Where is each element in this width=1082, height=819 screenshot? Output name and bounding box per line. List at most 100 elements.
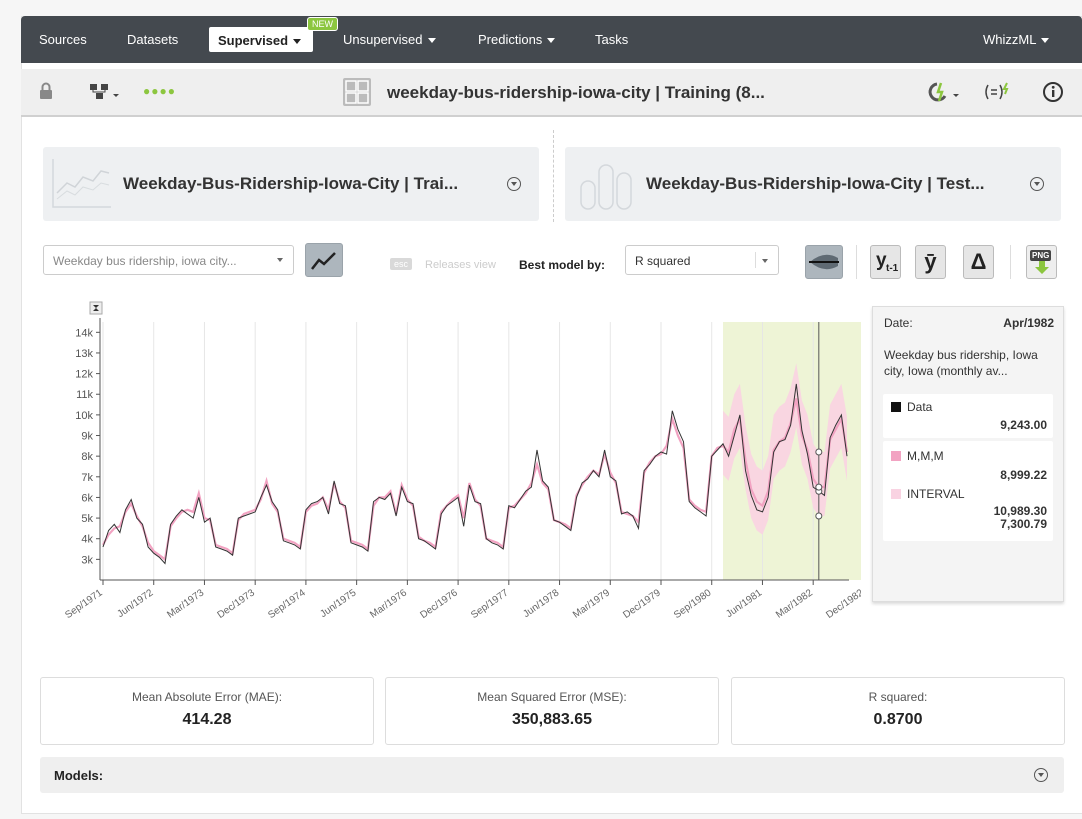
line-chart-icon xyxy=(52,159,111,208)
releases-view-link[interactable]: Releases view xyxy=(425,259,496,271)
separator xyxy=(856,245,857,279)
tooltip-data-box: Data 9,243.00 xyxy=(883,394,1053,438)
esc-key-badge: esc xyxy=(390,258,413,270)
x-tick-label: Jun/1981 xyxy=(724,587,764,620)
chevron-down-icon xyxy=(277,258,283,262)
line-view-button[interactable] xyxy=(305,243,343,277)
expand-icon[interactable] xyxy=(1030,177,1044,191)
expand-icon[interactable] xyxy=(507,177,521,191)
export-png-button[interactable]: PNG xyxy=(1026,245,1057,279)
objective-field-select[interactable]: Weekday bus ridership, iowa city... xyxy=(43,245,294,275)
x-tick-label: Sep/1977 xyxy=(469,587,511,621)
tooltip-interval-high: 10,989.30 xyxy=(993,504,1047,518)
interval-band-icon xyxy=(809,254,839,270)
metric-r-squared: R squared: 0.8700 xyxy=(731,677,1065,745)
formula-icon[interactable] xyxy=(983,81,1013,103)
tooltip-model-box: M,M,M 8,999.22 INTERVAL 10,989.30 7,300.… xyxy=(883,441,1053,541)
tooltip-model-value: 8,999.22 xyxy=(1000,468,1047,482)
tooltip-date-value: Apr/1982 xyxy=(1003,316,1054,330)
best-model-label: Best model by: xyxy=(519,258,606,272)
y-tick-label: 12k xyxy=(75,369,93,381)
y-tick-label: 3k xyxy=(81,554,93,566)
x-tick-label: Jun/1978 xyxy=(521,587,561,620)
forecast-chart[interactable]: 3k 4k 5k 6k 7k 8k 9k 10k 11k 12k 13k 14k Sep/1971 Jun… xyxy=(41,300,861,650)
chart-tooltip: Date: Apr/1982 Weekday bus ridership, Io… xyxy=(872,306,1064,602)
metric-mse: Mean Squared Error (MSE): 350,883.65 xyxy=(385,677,719,745)
lock-icon[interactable] xyxy=(39,82,53,100)
interval-swatch xyxy=(891,489,901,499)
separator xyxy=(1010,245,1011,279)
chevron-down-icon xyxy=(1041,38,1050,44)
y-tick-label: 14k xyxy=(75,327,93,339)
chevron-down-icon xyxy=(755,252,772,268)
nav-whizzml-label: WhizzML xyxy=(983,32,1037,47)
chevron-down-icon xyxy=(547,38,556,44)
y-tick-label: 7k xyxy=(81,472,93,484)
status-dots: ●●●● xyxy=(143,84,176,98)
lag-button[interactable]: y t-1 xyxy=(870,245,901,279)
metric-mae-value: 414.28 xyxy=(182,711,232,728)
nav-predictions-label: Predictions xyxy=(478,32,543,47)
tooltip-data-label: Data xyxy=(907,400,933,414)
x-tick-label: Dec/1979 xyxy=(621,587,663,621)
nav-unsupervised[interactable]: Unsupervised xyxy=(343,32,436,47)
training-dataset-title[interactable]: Weekday-Bus-Ridership-Iowa-City | Trai..… xyxy=(123,174,458,194)
cursor-point xyxy=(815,448,823,456)
tooltip-interval-low: 7,300.79 xyxy=(1000,517,1047,531)
trend-line-icon xyxy=(311,252,336,270)
x-tick-label: Sep/1974 xyxy=(266,587,308,621)
x-tick-label: Dec/1973 xyxy=(216,587,258,621)
interval-toggle-button[interactable] xyxy=(805,245,843,279)
metric-mae-label: Mean Absolute Error (MAE): xyxy=(131,690,283,704)
info-icon[interactable] xyxy=(1042,81,1064,103)
objective-field-value: Weekday bus ridership, iowa city... xyxy=(53,254,237,268)
nav-whizzml[interactable]: WhizzML xyxy=(983,32,1050,47)
nav-datasets[interactable]: Datasets xyxy=(127,32,178,47)
y-tick-label: 11k xyxy=(76,389,93,401)
expand-icon[interactable] xyxy=(1034,768,1048,782)
metric-r-squared-label: R squared: xyxy=(868,690,928,704)
models-label: Models: xyxy=(54,768,104,783)
delta-button[interactable]: Δ xyxy=(963,245,994,279)
x-tick-label: Mar/1982 xyxy=(774,587,815,620)
bar-chart-icon xyxy=(580,164,632,210)
nav-predictions[interactable]: Predictions xyxy=(478,32,556,47)
tooltip-date-label: Date: xyxy=(884,316,913,330)
chevron-down-icon xyxy=(427,38,436,44)
y-tick-label: 5k xyxy=(81,513,93,525)
models-panel[interactable]: Models: xyxy=(40,757,1064,793)
divider xyxy=(553,130,554,222)
chevron-down-icon xyxy=(293,39,302,45)
new-badge: NEW xyxy=(307,17,338,31)
cursor-point xyxy=(815,483,823,491)
tooltip-data-value: 9,243.00 xyxy=(1000,418,1047,432)
y-tick-label: 6k xyxy=(81,492,93,504)
nav-supervised[interactable]: Supervised xyxy=(209,27,313,52)
reify-icon[interactable] xyxy=(927,81,961,103)
metric-mae: Mean Absolute Error (MAE): 414.28 xyxy=(40,677,374,745)
best-model-select[interactable]: R squared xyxy=(625,245,779,275)
x-tick-label: Dec/1982 xyxy=(824,587,861,621)
data-swatch xyxy=(891,402,901,412)
model-tree-icon[interactable] xyxy=(89,82,121,102)
download-icon xyxy=(1035,261,1049,274)
tooltip-interval-label: INTERVAL xyxy=(907,487,965,501)
x-tick-label: Mar/1973 xyxy=(165,587,206,620)
metric-mse-label: Mean Squared Error (MSE): xyxy=(477,690,627,704)
x-tick-label: Sep/1971 xyxy=(63,587,105,621)
test-dataset-title[interactable]: Weekday-Bus-Ridership-Iowa-City | Test..… xyxy=(646,174,985,194)
y-tick-label: 8k xyxy=(81,451,93,463)
metric-r-squared-value: 0.8700 xyxy=(873,711,923,728)
tooltip-field-name: Weekday bus ridership, Iowa city, Iowa (… xyxy=(884,348,1038,378)
training-dataset-card[interactable]: Weekday-Bus-Ridership-Iowa-City | Trai..… xyxy=(43,147,539,221)
best-model-value: R squared xyxy=(635,254,691,268)
x-tick-label: Dec/1976 xyxy=(418,587,460,621)
nav-sources[interactable]: Sources xyxy=(39,32,87,47)
lag-button-label: y xyxy=(876,250,887,271)
y-tick-label: 9k xyxy=(81,431,93,443)
mean-button[interactable]: ȳ xyxy=(915,245,946,279)
nav-tasks[interactable]: Tasks xyxy=(595,32,628,47)
x-tick-label: Mar/1976 xyxy=(368,587,409,620)
top-nav: Sources Datasets Supervised NEW Unsuperv… xyxy=(21,16,1082,63)
test-dataset-card[interactable]: Weekday-Bus-Ridership-Iowa-City | Test..… xyxy=(565,147,1061,221)
